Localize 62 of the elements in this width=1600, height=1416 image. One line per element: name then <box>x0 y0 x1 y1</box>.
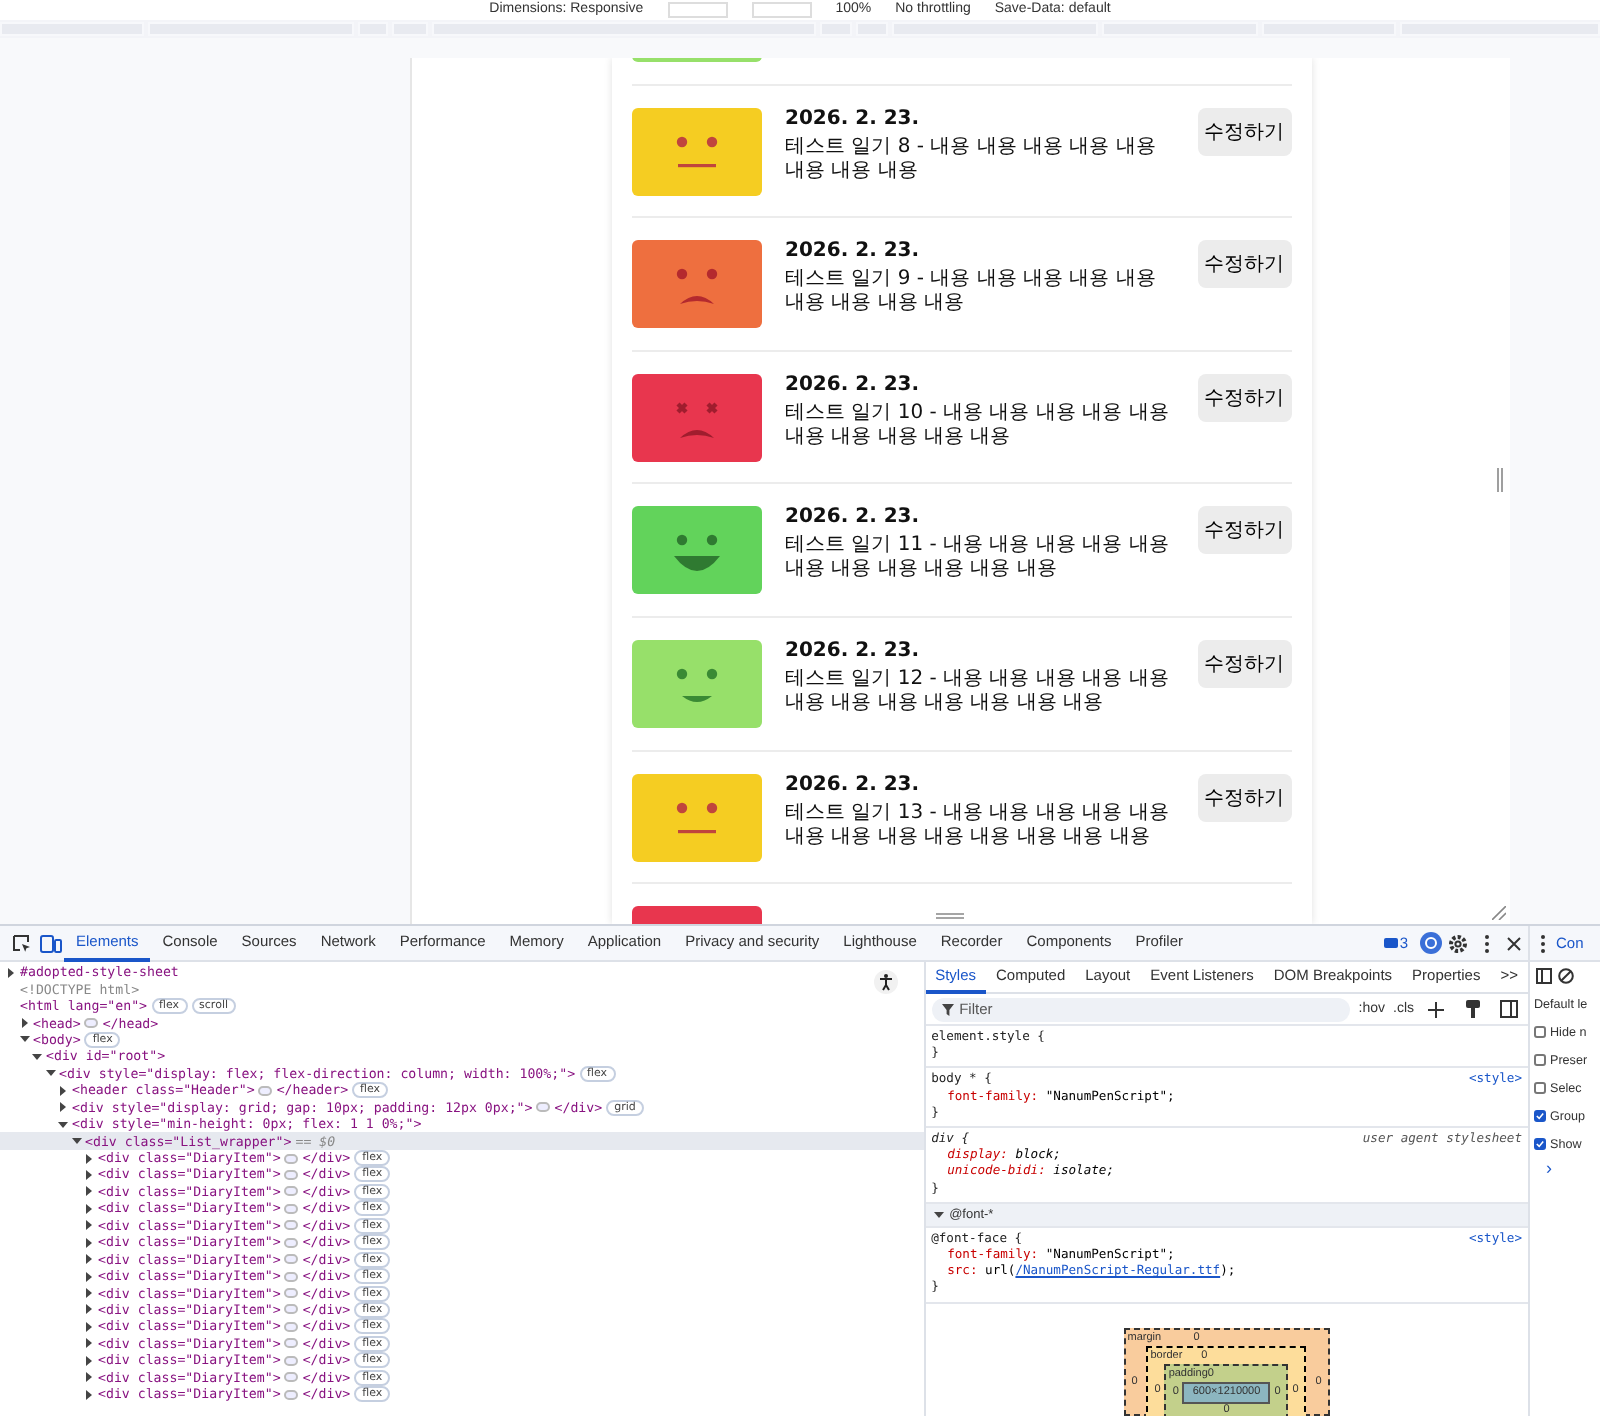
checkbox[interactable] <box>1534 1054 1546 1066</box>
diary-date: 2026. 2. 23. <box>785 639 922 662</box>
diary-date: 2026. 2. 23. <box>785 773 922 796</box>
collapsed-arrow-icon[interactable] <box>84 1321 94 1332</box>
collapsed-arrow-icon[interactable] <box>84 1304 94 1315</box>
expanded-arrow-icon[interactable] <box>58 1119 68 1130</box>
checkbox[interactable] <box>1534 1082 1546 1094</box>
edit-button[interactable]: 수정하기 <box>1197 107 1291 156</box>
collapsed-arrow-icon[interactable] <box>84 1254 94 1265</box>
diary-content: 테스트 일기 13 - 내용 내용 내용 내용 내용 내용 내용 내용 내용 내용 내용 내용 내용 <box>785 801 1171 850</box>
accessibility-icon[interactable] <box>873 970 898 994</box>
diary-content: 테스트 일기 8 - 내용 내용 내용 내용 내용 내용 내용 내용 <box>785 135 1158 184</box>
diary-content: 테스트 일기 10 - 내용 내용 내용 내용 내용 내용 내용 내용 내용 내용 <box>785 401 1171 450</box>
sidebar-toggle-icon[interactable] <box>1494 995 1522 1023</box>
height-field[interactable] <box>751 2 812 18</box>
expanded-arrow-icon[interactable] <box>933 1209 944 1220</box>
width-field[interactable] <box>667 2 728 18</box>
edit-button[interactable]: 수정하기 <box>1197 373 1291 422</box>
collapsed-arrow-icon[interactable] <box>84 1237 94 1248</box>
diary-date: 2026. 2. 23. <box>785 373 922 396</box>
edit-button[interactable]: 수정하기 <box>1197 639 1291 688</box>
settings-icon[interactable] <box>1444 929 1472 957</box>
diary-content: 테스트 일기 12 - 내용 내용 내용 내용 내용 내용 내용 내용 내용 내용 내용 내용 <box>785 667 1171 716</box>
collapsed-arrow-icon[interactable] <box>84 1186 94 1197</box>
expanded-arrow-icon[interactable] <box>19 1034 29 1045</box>
expand-chevron[interactable]: › <box>1530 1158 1600 1178</box>
checkbox[interactable] <box>1534 1110 1546 1122</box>
expanded-arrow-icon[interactable] <box>32 1051 42 1062</box>
edit-button[interactable]: 수정하기 <box>1197 240 1291 289</box>
collapsed-arrow-icon[interactable] <box>84 1169 94 1180</box>
edit-button[interactable]: 수정하기 <box>1197 773 1291 822</box>
collapsed-arrow-icon[interactable] <box>58 1102 68 1113</box>
collapsed-arrow-icon[interactable] <box>6 967 16 978</box>
expanded-arrow-icon[interactable] <box>45 1068 55 1079</box>
diary-date: 2026. 2. 23. <box>785 506 922 529</box>
collapsed-arrow-icon[interactable] <box>84 1153 94 1164</box>
clear-console-icon[interactable] <box>1556 962 1574 990</box>
collapsed-arrow-icon[interactable] <box>84 1389 94 1400</box>
resize-handle-icon[interactable] <box>1496 468 1504 492</box>
checkbox[interactable] <box>1534 1026 1546 1038</box>
edit-button[interactable]: 수정하기 <box>1197 506 1291 555</box>
filter-icon <box>941 1003 954 1015</box>
collapsed-arrow-icon[interactable] <box>58 1085 68 1096</box>
collapsed-arrow-icon[interactable] <box>84 1288 94 1299</box>
sidebar-toggle-icon[interactable] <box>1534 962 1552 990</box>
diary-content: 테스트 일기 11 - 내용 내용 내용 내용 내용 내용 내용 내용 내용 내용 내용 <box>785 534 1171 583</box>
diary-date: 2026. 2. 23. <box>785 240 922 263</box>
collapsed-arrow-icon[interactable] <box>19 1018 29 1029</box>
device-toolbar-icon[interactable] <box>36 929 64 957</box>
collapsed-arrow-icon[interactable] <box>84 1271 94 1282</box>
collapsed-arrow-icon[interactable] <box>84 1372 94 1383</box>
expanded-arrow-icon[interactable] <box>71 1136 81 1147</box>
extension-icon[interactable] <box>1416 929 1444 957</box>
checkbox[interactable] <box>1534 1138 1546 1150</box>
diary-date: 2026. 2. 23. <box>785 107 922 130</box>
collapsed-arrow-icon[interactable] <box>84 1220 94 1231</box>
collapsed-arrow-icon[interactable] <box>84 1338 94 1349</box>
resize-corner-icon[interactable] <box>1492 906 1506 920</box>
collapsed-arrow-icon[interactable] <box>84 1355 94 1366</box>
resize-handle-icon[interactable] <box>936 912 964 920</box>
diary-content: 테스트 일기 9 - 내용 내용 내용 내용 내용 내용 내용 내용 내용 <box>785 268 1158 317</box>
collapsed-arrow-icon[interactable] <box>84 1203 94 1214</box>
